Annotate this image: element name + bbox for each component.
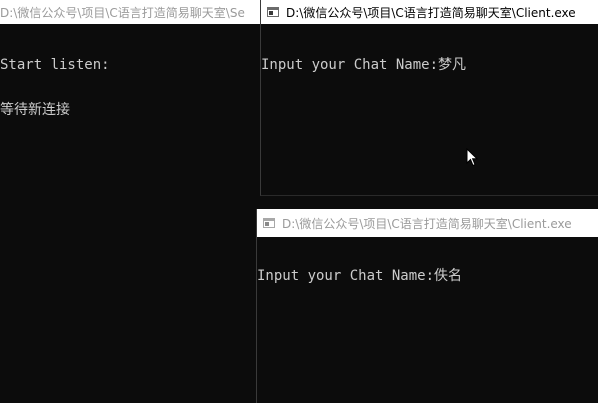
server-window-titlebar[interactable]: D:\微信公众号\项目\C语言打造简易聊天室\Se — [0, 0, 268, 24]
chat-name-input-value[interactable]: 佚名 — [434, 268, 462, 284]
mouse-pointer-icon — [466, 148, 478, 167]
client1-prompt-line[interactable]: Input your Chat Name:梦凡 — [261, 58, 598, 73]
client1-window-title: D:\微信公众号\项目\C语言打造简易聊天室\Client.exe — [286, 5, 576, 20]
chat-name-prompt: Input your Chat Name: — [261, 57, 439, 73]
client-console-window-2[interactable]: D:\微信公众号\项目\C语言打造简易聊天室\Client.exe Input … — [256, 209, 598, 403]
server-window-title: D:\微信公众号\项目\C语言打造简易聊天室\Se — [0, 5, 245, 20]
client1-window-titlebar[interactable]: D:\微信公众号\项目\C语言打造简易聊天室\Client.exe — [261, 0, 598, 24]
chat-name-prompt: Input your Chat Name: — [257, 268, 435, 284]
client2-window-titlebar[interactable]: D:\微信公众号\项目\C语言打造简易聊天室\Client.exe — [257, 209, 598, 237]
client1-console-output[interactable]: Input your Chat Name:梦凡 — [261, 24, 598, 103]
server-console-line: 等待新连接 — [0, 102, 70, 118]
console-window-icon — [263, 218, 275, 228]
console-window-icon — [267, 7, 279, 17]
client2-prompt-line[interactable]: Input your Chat Name:佚名 — [257, 269, 598, 284]
client-console-window-1[interactable]: D:\微信公众号\项目\C语言打造简易聊天室\Client.exe Input … — [260, 0, 598, 196]
server-console-window[interactable]: D:\微信公众号\项目\C语言打造简易聊天室\Se Start listen: … — [0, 0, 268, 403]
client2-window-title: D:\微信公众号\项目\C语言打造简易聊天室\Client.exe — [282, 216, 572, 231]
chat-name-input-value[interactable]: 梦凡 — [438, 57, 466, 73]
client2-console-output[interactable]: Input your Chat Name:佚名 — [257, 237, 598, 314]
server-console-line: Start listen: — [0, 57, 110, 73]
server-console-output[interactable]: Start listen: 等待新连接 — [0, 24, 268, 148]
